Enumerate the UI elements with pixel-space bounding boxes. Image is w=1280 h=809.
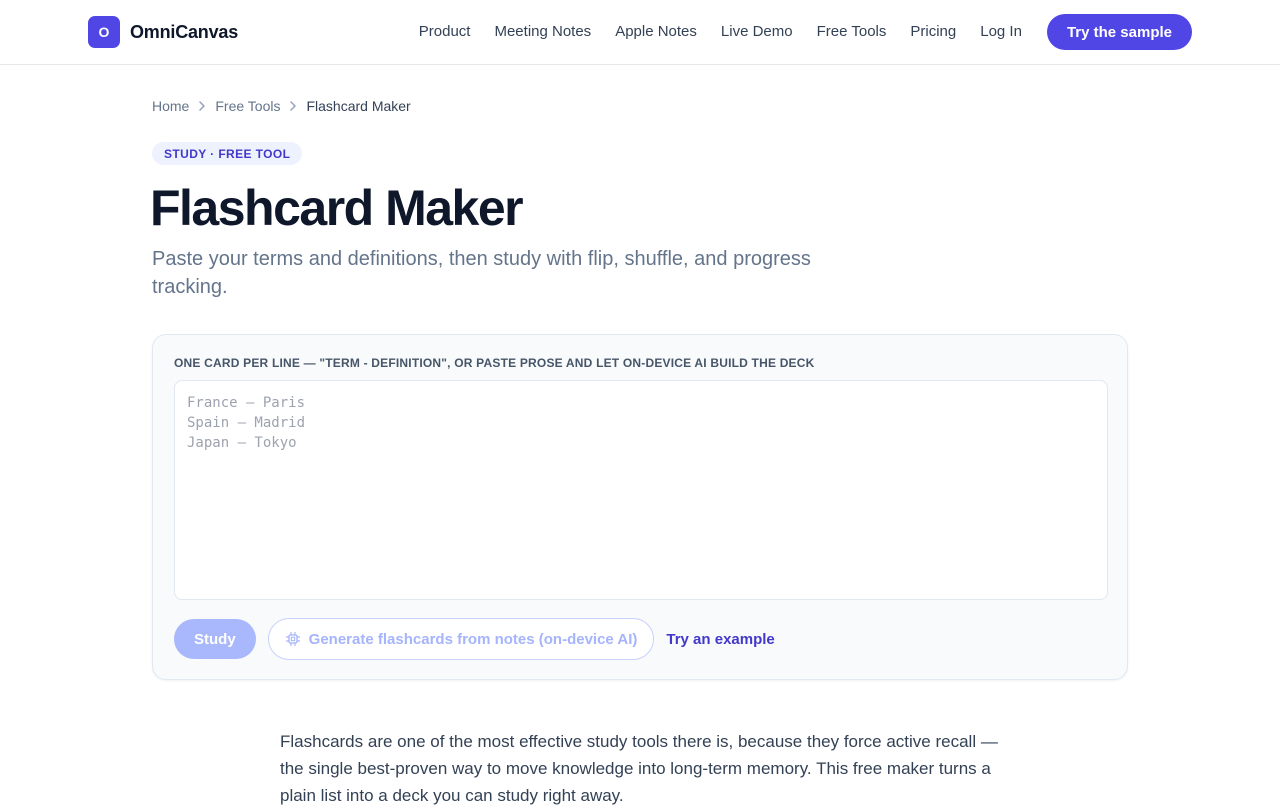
page-title: Flashcard Maker	[150, 180, 524, 236]
brand-name: OmniCanvas	[130, 21, 239, 42]
chevron-right-icon	[280, 96, 306, 116]
nav-product[interactable]: Product	[419, 14, 471, 50]
nav-pricing[interactable]: Pricing	[910, 14, 956, 50]
nav-apple-notes[interactable]: Apple Notes	[615, 14, 697, 50]
try-sample-button[interactable]: Try the sample	[1046, 14, 1192, 50]
nav-meeting-notes[interactable]: Meeting Notes	[494, 14, 591, 50]
nav-free-tools[interactable]: Free Tools	[817, 14, 887, 50]
nav-log-in[interactable]: Log In	[980, 14, 1022, 50]
placeholder-line: Japan – Tokyo	[187, 435, 297, 451]
chip-icon	[285, 631, 301, 647]
placeholder-line: Spain – Madrid	[187, 415, 306, 431]
panel-actions: Study Generate flashcards from notes (on…	[174, 618, 775, 660]
brand-logo[interactable]: O OmniCanvas	[88, 16, 238, 48]
input-label: ONE CARD PER LINE — "TERM - DEFINITION",…	[174, 356, 815, 370]
breadcrumb-free-tools[interactable]: Free Tools	[215, 98, 280, 114]
main-nav: Product Meeting Notes Apple Notes Live D…	[395, 14, 1192, 50]
top-navigation-bar: O OmniCanvas Product Meeting Notes Apple…	[0, 0, 1280, 65]
breadcrumb-current: Flashcard Maker	[306, 98, 411, 114]
logo-mark: O	[88, 16, 120, 48]
category-badge: STUDY · FREE TOOL	[152, 142, 303, 165]
generate-flashcards-button[interactable]: Generate flashcards from notes (on-devic…	[267, 618, 655, 660]
cards-textarea[interactable]: France – Paris Spain – Madrid Japan – To…	[174, 380, 1108, 600]
nav-live-demo[interactable]: Live Demo	[721, 14, 793, 50]
breadcrumb: Home Free Tools Flashcard Maker	[152, 96, 411, 116]
try-example-link[interactable]: Try an example	[666, 631, 774, 648]
placeholder-line: France – Paris	[187, 395, 306, 411]
breadcrumb-home[interactable]: Home	[152, 98, 189, 114]
page-subtitle: Paste your terms and definitions, then s…	[152, 248, 811, 298]
generate-button-label: Generate flashcards from notes (on-devic…	[308, 630, 638, 648]
intro-paragraph: Flashcards are one of the most effective…	[280, 732, 998, 805]
flashcard-input-panel: ONE CARD PER LINE — "TERM - DEFINITION",…	[152, 334, 1128, 680]
chevron-right-icon	[189, 96, 215, 116]
study-button[interactable]: Study	[174, 619, 256, 659]
